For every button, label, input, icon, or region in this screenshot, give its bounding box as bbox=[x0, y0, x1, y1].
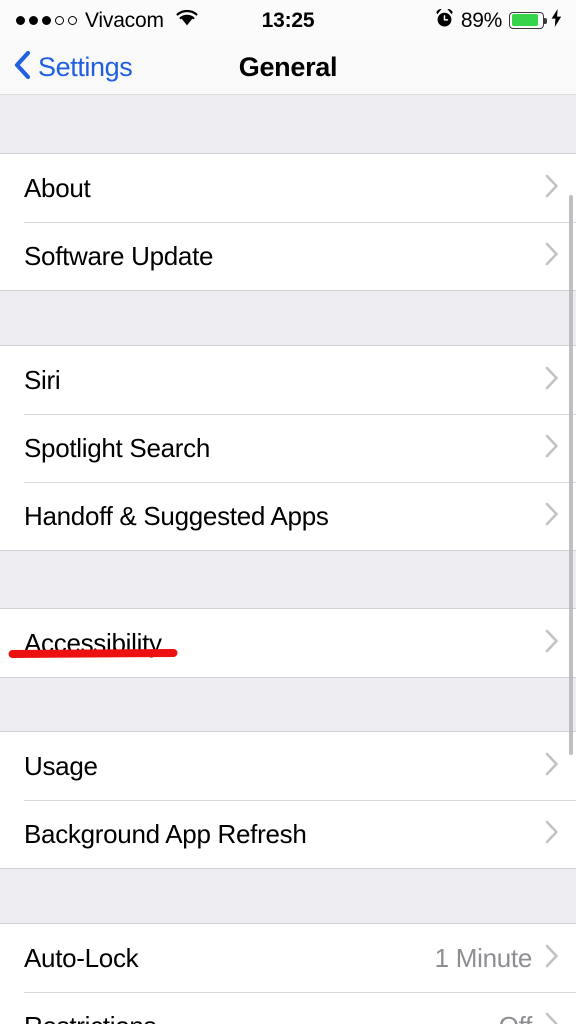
vertical-scrollbar[interactable] bbox=[569, 195, 573, 755]
back-button[interactable]: Settings bbox=[0, 50, 133, 85]
row-label: Usage bbox=[24, 751, 98, 781]
settings-row-software-update[interactable]: Software Update bbox=[0, 222, 576, 290]
battery-percentage: 89% bbox=[460, 8, 502, 32]
row-label: Handoff & Suggested Apps bbox=[24, 501, 329, 531]
battery-fill bbox=[511, 14, 539, 26]
wifi-icon bbox=[174, 8, 200, 32]
chevron-right-icon bbox=[544, 433, 560, 464]
section-gap bbox=[0, 678, 576, 731]
row-label: About bbox=[24, 173, 91, 203]
signal-dot-empty bbox=[68, 15, 77, 25]
chevron-right-icon bbox=[544, 173, 560, 204]
settings-row-handoff-suggested-apps[interactable]: Handoff & Suggested Apps bbox=[0, 482, 576, 550]
row-detail-value: Off bbox=[499, 1013, 533, 1024]
navigation-bar: Settings General bbox=[0, 40, 576, 95]
status-bar-left: Vivacom bbox=[16, 8, 289, 32]
settings-row-auto-lock[interactable]: Auto-Lock 1 Minute bbox=[0, 924, 576, 992]
carrier-name: Vivacom bbox=[85, 8, 164, 32]
settings-row-accessibility[interactable]: Accessibility bbox=[0, 609, 576, 677]
section-gap bbox=[0, 291, 576, 345]
status-bar-right: 89% bbox=[289, 8, 562, 33]
signal-dot-filled bbox=[16, 15, 25, 25]
status-bar: Vivacom 13:25 89% bbox=[0, 0, 576, 40]
row-label: Auto-Lock bbox=[24, 943, 139, 973]
back-button-label: Settings bbox=[38, 51, 133, 82]
row-label: Spotlight Search bbox=[24, 433, 210, 463]
section-gap bbox=[0, 95, 576, 153]
chevron-right-icon bbox=[544, 751, 560, 782]
settings-group: Siri Spotlight Search Handoff & Suggeste… bbox=[0, 345, 576, 551]
chevron-left-icon bbox=[13, 50, 31, 85]
settings-group: Accessibility bbox=[0, 608, 576, 678]
settings-row-restrictions[interactable]: Restrictions Off bbox=[0, 992, 576, 1024]
section-gap bbox=[0, 551, 576, 608]
settings-group: Auto-Lock 1 Minute Restrictions Off bbox=[0, 923, 576, 1024]
signal-dot-empty bbox=[55, 15, 64, 25]
settings-list[interactable]: About Software Update Siri Spotlight Sea… bbox=[0, 95, 576, 1024]
battery-icon bbox=[509, 11, 547, 29]
chevron-right-icon bbox=[544, 365, 560, 396]
settings-row-spotlight-search[interactable]: Spotlight Search bbox=[0, 414, 576, 482]
row-label: Background App Refresh bbox=[24, 819, 307, 849]
row-label: Software Update bbox=[24, 241, 214, 271]
section-gap bbox=[0, 869, 576, 923]
signal-dot-filled bbox=[29, 15, 38, 25]
settings-group: About Software Update bbox=[0, 153, 576, 291]
chevron-right-icon bbox=[544, 943, 560, 974]
row-label: Accessibility bbox=[24, 628, 162, 658]
settings-row-usage[interactable]: Usage bbox=[0, 732, 576, 800]
chevron-right-icon bbox=[544, 628, 560, 659]
row-detail-value: 1 Minute bbox=[434, 943, 533, 973]
alarm-clock-icon bbox=[435, 8, 454, 33]
iphone-settings-screen: Vivacom 13:25 89% Settings General About… bbox=[0, 0, 576, 1024]
chevron-right-icon bbox=[544, 501, 560, 532]
signal-dot-filled bbox=[42, 15, 51, 25]
row-label: Siri bbox=[24, 365, 61, 395]
chevron-right-icon bbox=[544, 819, 560, 850]
settings-row-background-app-refresh[interactable]: Background App Refresh bbox=[0, 800, 576, 868]
settings-group: Usage Background App Refresh bbox=[0, 731, 576, 869]
row-label: Restrictions bbox=[24, 1013, 499, 1024]
chevron-right-icon bbox=[544, 241, 560, 272]
cellular-signal-dots bbox=[16, 15, 77, 25]
lightning-bolt-icon bbox=[551, 8, 562, 32]
settings-row-about[interactable]: About bbox=[0, 154, 576, 222]
settings-row-siri[interactable]: Siri bbox=[0, 346, 576, 414]
chevron-right-icon bbox=[544, 1011, 560, 1024]
